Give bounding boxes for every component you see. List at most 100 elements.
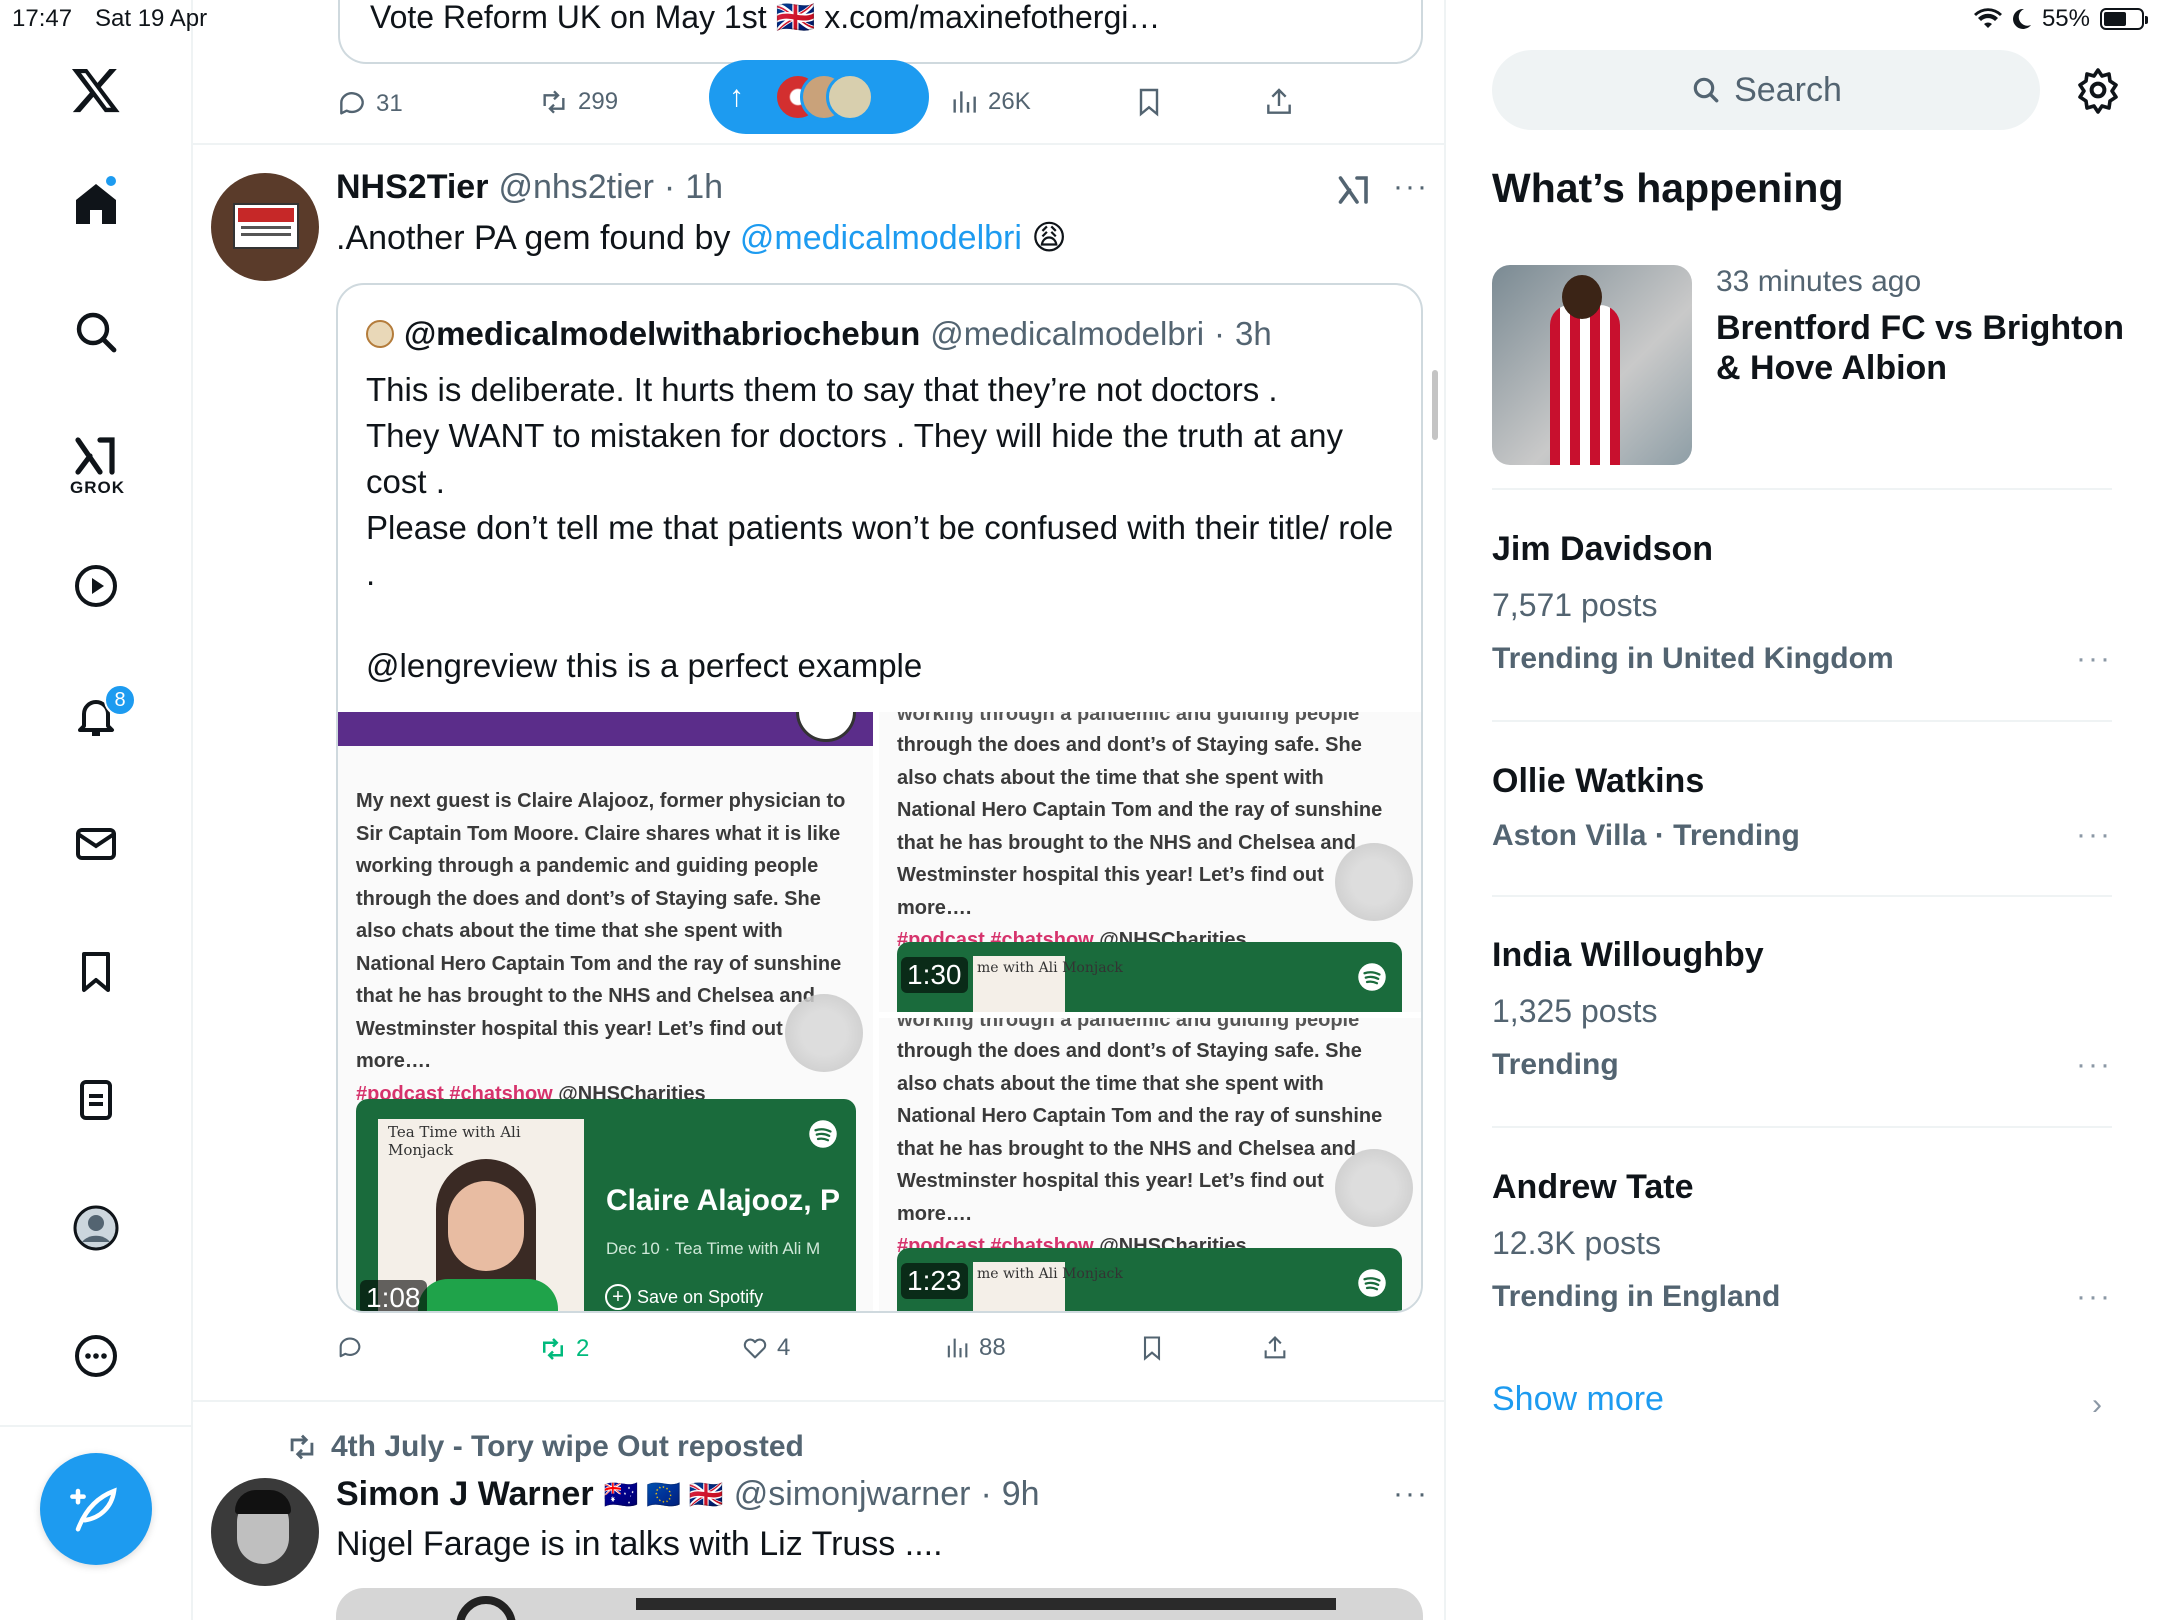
tweet-time[interactable]: 1h — [685, 168, 723, 207]
nav-messages[interactable] — [60, 808, 132, 880]
wifi-icon — [1973, 8, 2002, 29]
next-tweet-media[interactable] — [336, 1588, 1423, 1620]
media-caption-body: My next guest is Claire Alajooz, former … — [356, 790, 846, 1072]
tweet-mention-link[interactable]: @medicalmodelbri — [740, 219, 1022, 257]
trend-item[interactable]: Andrew Tate 12.3K posts Trending in Engl… — [1492, 1168, 2112, 1314]
spotify-icon — [809, 1120, 837, 1148]
notifications-badge: 8 — [104, 684, 136, 716]
chevron-right-icon: › — [2092, 1388, 2102, 1421]
reply-button[interactable] — [336, 1334, 364, 1362]
prev-reply-button[interactable]: 31 — [336, 88, 403, 120]
grok-label: GROK — [70, 478, 125, 497]
trend-item[interactable]: Ollie Watkins Aston Villa · Trending ··· — [1492, 762, 2112, 853]
reply-icon — [339, 1337, 361, 1358]
tweet-text: .Another PA gem found by @medicalmodelbr… — [336, 218, 1067, 258]
loading-spinner — [1335, 1149, 1413, 1227]
simon-warner-avatar[interactable] — [211, 1478, 319, 1586]
bookmark-button[interactable] — [1138, 1334, 1166, 1362]
nav-lists[interactable] — [60, 1064, 132, 1136]
prev-bookmark-button[interactable] — [1133, 86, 1165, 118]
tweet-author-handle[interactable]: @nhs2tier — [498, 168, 653, 207]
reply-icon — [340, 92, 364, 115]
nav-profile[interactable] — [60, 1192, 132, 1264]
next-tweet-time[interactable]: 9h — [1002, 1475, 1040, 1514]
quote-header: @medicalmodelwithabriochebun @medicalmod… — [366, 315, 1272, 353]
trend-item[interactable]: India Willoughby 1,325 posts Trending ··… — [1492, 936, 2112, 1082]
mail-icon — [76, 828, 116, 860]
quote-media-left[interactable]: My next guest is Claire Alajooz, former … — [338, 712, 873, 1311]
compose-button[interactable] — [40, 1453, 152, 1565]
quote-author-handle: @medicalmodelbri — [930, 315, 1205, 352]
x-logo-icon[interactable] — [60, 54, 132, 126]
trend-divider — [1492, 488, 2112, 490]
quote-tweet[interactable]: @medicalmodelwithabriochebun @medicalmod… — [336, 283, 1423, 1313]
share-icon — [1264, 1336, 1286, 1359]
prev-share-button[interactable] — [1263, 86, 1295, 118]
trend-more-button[interactable]: ··· — [2076, 1280, 2112, 1314]
spotify-card: me with Ali Monjack — [897, 942, 1402, 1012]
prev-views-count: 26K — [988, 88, 1031, 115]
tweet-divider — [193, 143, 1444, 145]
nav-bookmarks[interactable] — [60, 936, 132, 1008]
trend-name: Andrew Tate — [1492, 1168, 1694, 1206]
timeline[interactable]: Vote Reform UK on May 1st 🇬🇧 x.com/maxin… — [193, 0, 1446, 1620]
share-button[interactable] — [1261, 1334, 1289, 1362]
next-tweet-author-handle[interactable]: @simonjwarner — [734, 1475, 971, 1514]
prev-repost-button[interactable]: 299 — [538, 86, 618, 118]
compose-feather-icon — [70, 1487, 117, 1532]
trend-more-button[interactable]: ··· — [2076, 818, 2112, 852]
trend-item[interactable]: Jim Davidson 7,571 posts Trending in Uni… — [1492, 530, 2112, 676]
news-title[interactable]: Brentford FC vs Brighton & Hove Albion — [1716, 308, 2136, 388]
news-thumbnail[interactable] — [1492, 265, 1692, 465]
next-tweet-author-name[interactable]: Simon J Warner — [336, 1475, 594, 1514]
prev-views-button[interactable]: 26K — [948, 86, 1031, 118]
repost-button[interactable]: 2 — [538, 1334, 589, 1364]
nav-notifications[interactable]: 8 — [60, 680, 136, 752]
new-posts-pill[interactable]: ↑ — [709, 60, 929, 134]
player-head — [1562, 275, 1602, 319]
right-sidebar: Search What’s happening 33 minutes ago B… — [1446, 0, 2160, 1620]
player-shirt — [1550, 305, 1620, 465]
nav-video[interactable] — [60, 550, 132, 622]
repost-icon — [290, 1434, 314, 1460]
podcast-cover: me with Ali Monjack — [973, 956, 1123, 1012]
search-input[interactable]: Search — [1492, 50, 2040, 130]
quote-author-avatar — [366, 320, 394, 348]
quote-media-right-bottom[interactable]: working through a pandemic and guiding p… — [879, 1018, 1421, 1311]
danger-sign-image — [233, 203, 299, 249]
new-post-avatar — [826, 73, 874, 121]
trend-more-button[interactable]: ··· — [2076, 642, 2112, 676]
show-more-link[interactable]: Show more — [1492, 1380, 1664, 1419]
trend-more-button[interactable]: ··· — [2076, 1048, 2112, 1082]
spotify-card: Tea Time with Ali Monjack Claire Alajooz… — [356, 1099, 856, 1311]
search-icon — [76, 312, 117, 353]
like-button[interactable]: 4 — [741, 1334, 790, 1362]
next-tweet-more-button[interactable]: ··· — [1393, 1477, 1429, 1511]
scrollbar[interactable] — [1432, 370, 1438, 440]
grok-icon[interactable] — [1336, 172, 1372, 208]
save-on-spotify-label: Save on Spotify — [637, 1286, 764, 1307]
repost-context[interactable]: 4th July - Tory wipe Out reposted — [285, 1430, 804, 1464]
tweet-author-name[interactable]: NHS2Tier — [336, 168, 488, 207]
bookmark-icon — [1139, 88, 1159, 117]
media-caption: through the does and dont’s of Staying s… — [897, 1035, 1402, 1263]
podcast-show-name: me with Ali Monjack — [977, 1266, 1123, 1282]
tweet-more-button[interactable]: ··· — [1393, 170, 1429, 204]
quote-text: This is deliberate. It hurts them to say… — [366, 371, 1394, 684]
bookmark-icon — [1143, 1336, 1161, 1361]
spotify-episode-meta: Dec 10 · Tea Time with Ali M — [606, 1239, 821, 1258]
save-on-spotify: + Save on Spotify — [605, 1284, 764, 1310]
nav-more[interactable] — [60, 1320, 132, 1392]
nhs2tier-avatar[interactable] — [211, 173, 319, 281]
quote-media-right-top[interactable]: working through a pandemic and guiding p… — [879, 712, 1421, 1012]
views-icon — [947, 1338, 968, 1358]
views-button[interactable]: 88 — [943, 1334, 1006, 1362]
trend-divider — [1492, 895, 2112, 897]
nav-home[interactable] — [60, 168, 132, 240]
bookmark-icon — [82, 952, 110, 992]
search-placeholder: Search — [1734, 70, 1842, 109]
trend-context: Trending in United Kingdom — [1492, 642, 1894, 675]
podcast-show-name: Tea Time with Ali Monjack — [388, 1123, 521, 1159]
nav-explore[interactable] — [60, 296, 132, 368]
gear-icon[interactable] — [2074, 66, 2122, 114]
